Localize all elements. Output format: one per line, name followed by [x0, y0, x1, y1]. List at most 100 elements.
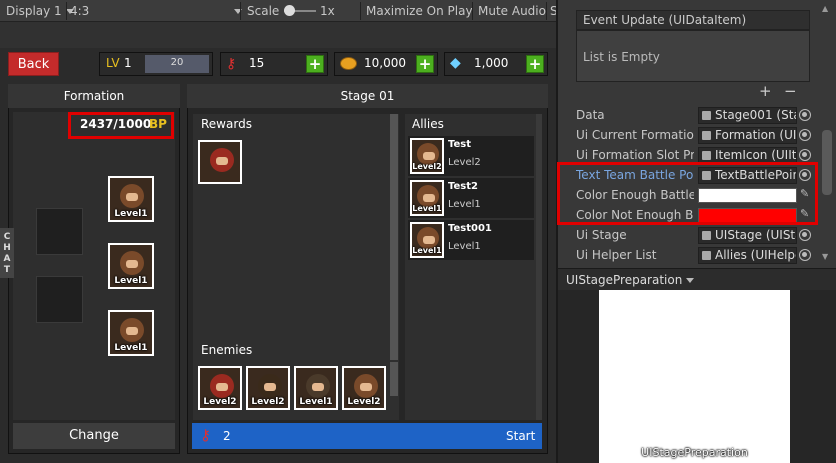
character-icon — [120, 318, 144, 342]
add-stamina-button[interactable]: + — [306, 55, 324, 73]
enemy-unit[interactable]: Level1 — [294, 366, 338, 410]
scale-slider-handle[interactable] — [284, 5, 295, 16]
enemies-label: Enemies — [201, 343, 253, 357]
enemy-unit[interactable]: Level2 — [198, 366, 242, 410]
preview-title: UIStagePreparation — [566, 273, 683, 287]
enemy-unit[interactable]: Level2 — [342, 366, 386, 410]
field-value: UIStage (UISta — [715, 228, 797, 242]
add-gold-button[interactable]: + — [416, 55, 434, 73]
display-dropdown[interactable]: Display 1 — [6, 0, 74, 22]
prop-ui-current-formation-field[interactable]: Formation (UIF — [698, 127, 797, 144]
object-picker-icon[interactable] — [799, 249, 811, 261]
field-value: Formation (UIF — [715, 128, 797, 142]
scroll-up-icon[interactable]: ▲ — [822, 4, 832, 14]
ally-portrait: Level1 — [410, 180, 444, 216]
back-button[interactable]: Back — [8, 52, 59, 76]
diamond-icon: ◆ — [450, 55, 461, 71]
empty-formation-slot[interactable] — [36, 276, 83, 323]
game-top-strip — [0, 22, 556, 48]
rewards-scrollbar[interactable] — [390, 114, 398, 360]
aspect-label: 4:3 — [70, 4, 90, 18]
toolbar-divider — [66, 2, 67, 20]
unit-level: Level1 — [114, 276, 148, 286]
prop-ui-stage-field[interactable]: UIStage (UISta — [698, 227, 797, 244]
chevron-down-icon — [686, 278, 695, 283]
prop-ui-helper-list-field[interactable]: Allies (UIHelpe — [698, 247, 797, 264]
ally-row[interactable]: Level1 Test001 Level1 — [408, 220, 534, 260]
key-icon: ⚷ — [200, 426, 211, 444]
character-icon — [306, 374, 330, 398]
object-picker-icon[interactable] — [799, 129, 811, 141]
script-icon — [702, 231, 711, 240]
field-value: ItemIcon (UIIter — [715, 148, 797, 162]
remove-event-button[interactable]: − — [784, 82, 797, 100]
enemy-unit[interactable]: Level2 — [246, 366, 290, 410]
stamina-stat: ⚷ 15 + — [220, 52, 328, 76]
display-label: Display 1 — [6, 4, 62, 18]
level-label: LV — [106, 56, 120, 70]
prop-data-label: Data — [576, 108, 605, 122]
object-picker-icon[interactable] — [799, 109, 811, 121]
script-icon — [702, 251, 711, 260]
formation-unit[interactable]: Level1 — [108, 310, 154, 356]
maximize-on-play-toggle[interactable]: Maximize On Play — [366, 0, 473, 22]
ally-level: Level2 — [448, 157, 481, 168]
stamina-value: 15 — [249, 56, 265, 70]
add-event-button[interactable]: + — [759, 82, 772, 100]
ally-row[interactable]: Level1 Test2 Level1 — [408, 178, 534, 218]
character-icon — [120, 251, 144, 275]
character-icon — [120, 184, 144, 208]
ally-name: Test001 — [448, 223, 492, 234]
rewards-label: Rewards — [201, 117, 252, 131]
ally-portrait: Level1 — [410, 222, 444, 258]
battle-point-value: 2437/1000 — [80, 117, 152, 131]
mute-audio-toggle[interactable]: Mute Audio — [478, 0, 546, 22]
ally-level: Level1 — [448, 241, 481, 252]
formation-title: Formation — [8, 84, 180, 108]
preview-image — [599, 290, 790, 463]
prop-data-field[interactable]: Stage001 (Stag — [698, 107, 797, 124]
unit-level: Level2 — [251, 397, 285, 407]
toolbar-divider — [240, 2, 241, 20]
enemies-scrollbar[interactable] — [390, 362, 398, 396]
preview-dropdown[interactable]: UIStagePreparation — [558, 268, 836, 290]
level-stat: LV 1 20 — [99, 52, 213, 76]
object-picker-icon[interactable] — [799, 229, 811, 241]
ally-portrait: Level2 — [410, 138, 444, 174]
scroll-down-icon[interactable]: ▼ — [822, 252, 828, 261]
character-icon — [354, 374, 378, 398]
allies-scrollbar[interactable] — [536, 114, 542, 420]
mushroom-icon — [210, 148, 234, 172]
gems-stat: ◆ 1,000 + — [444, 52, 548, 76]
unit-level: Level1 — [114, 209, 148, 219]
prop-ui-helper-list-label: Ui Helper List — [576, 248, 657, 262]
aspect-dropdown[interactable]: 4:3 — [70, 0, 242, 22]
start-cost: 2 — [223, 429, 231, 443]
event-list: List is Empty — [576, 30, 810, 82]
level-value: 1 — [124, 56, 132, 70]
unit-level: Level2 — [203, 397, 237, 407]
formation-unit[interactable]: Level1 — [108, 176, 154, 222]
chat-tab[interactable]: CHAT — [0, 228, 14, 278]
change-button[interactable]: Change — [13, 423, 175, 449]
formation-unit[interactable]: Level1 — [108, 243, 154, 289]
unit-level: Level2 — [347, 397, 381, 407]
empty-formation-slot[interactable] — [36, 208, 83, 255]
exp-value: 20 — [170, 57, 184, 68]
start-button[interactable] — [192, 423, 542, 449]
preview-caption: UIStagePreparation — [641, 446, 748, 459]
object-icon — [702, 111, 711, 120]
scale-label: Scale — [247, 4, 280, 18]
script-icon — [702, 131, 711, 140]
prop-ui-current-formation-label: Ui Current Formation — [576, 128, 694, 142]
game-view-toolbar: Display 1 4:3 Scale 1x Maximize On Play … — [0, 0, 558, 22]
add-gems-button[interactable]: + — [526, 55, 544, 73]
object-picker-icon[interactable] — [799, 149, 811, 161]
toolbar-divider — [472, 2, 473, 20]
ally-row[interactable]: Level2 Test Level2 — [408, 136, 534, 176]
field-value: Stage001 (Stag — [715, 108, 796, 122]
event-update-header: Event Update (UIDataItem) — [576, 10, 810, 30]
exp-bar: 20 — [145, 55, 209, 73]
inspector-scrollbar[interactable] — [822, 130, 832, 195]
reward-item[interactable] — [198, 140, 242, 184]
